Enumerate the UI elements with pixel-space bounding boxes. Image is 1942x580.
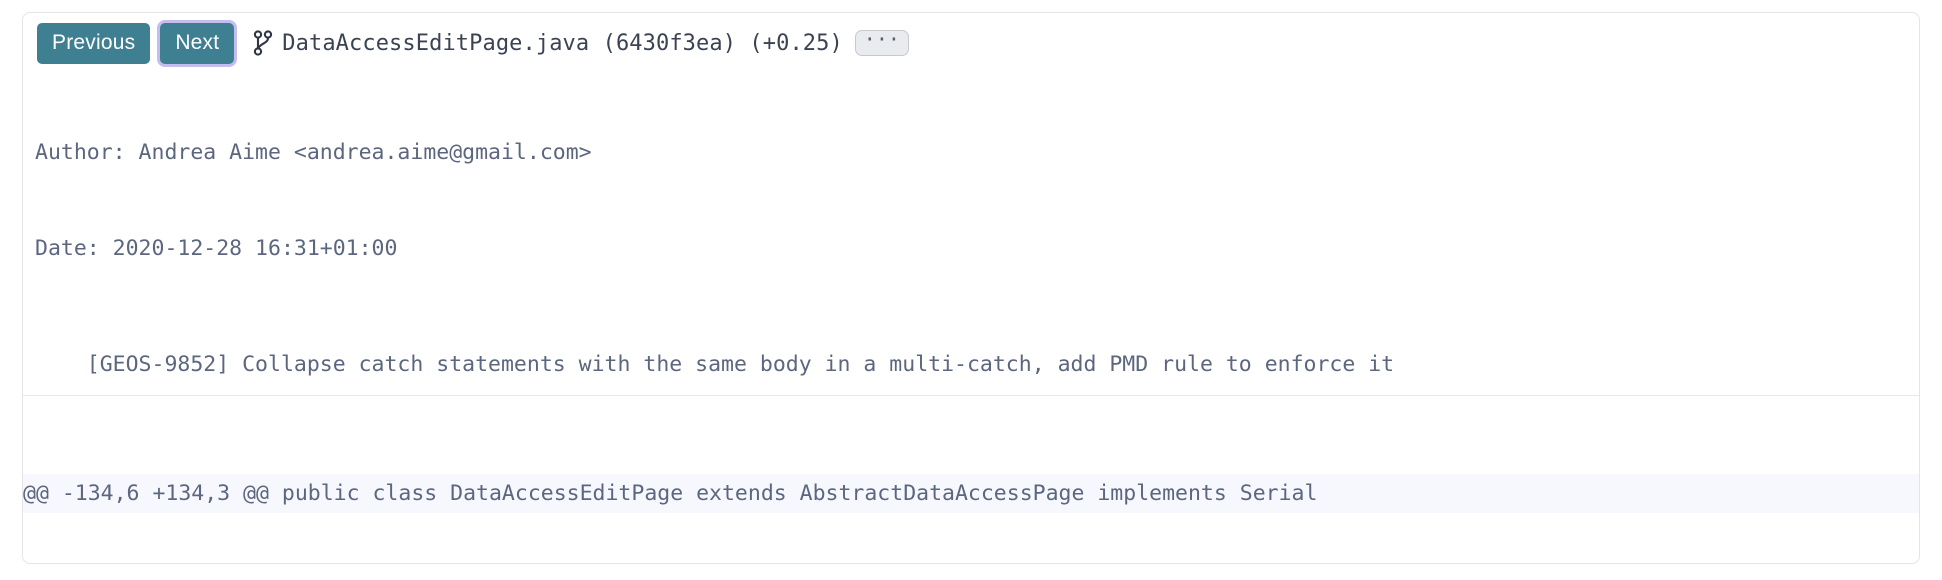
commit-meta: Author: Andrea Aime <andrea.aime@gmail.c… [23, 59, 1919, 329]
commit-delta-value: +0.25 [762, 30, 830, 56]
commit-date-line: Date: 2020-12-28 16:31+01:00 [35, 236, 398, 261]
commit-author-line: Author: Andrea Aime <andrea.aime@gmail.c… [35, 140, 592, 165]
previous-button[interactable]: Previous [37, 22, 151, 64]
commit-file-name: DataAccessEditPage.java [282, 30, 590, 56]
git-branch-icon [252, 29, 274, 57]
diff-body: @@ -134,6 +134,3 @@ public class DataAcc… [23, 395, 1919, 563]
commit-toolbar: Previous Next DataAccessEditPage.java (6… [23, 13, 1919, 64]
delta-open-paren: ( [749, 30, 763, 56]
commit-diff-card: Previous Next DataAccessEditPage.java (6… [22, 12, 1920, 564]
delta-close-paren: ) [829, 30, 843, 56]
next-button[interactable]: Next [160, 22, 235, 64]
more-options-icon[interactable]: ··· [854, 29, 909, 56]
commit-message: [GEOS-9852] Collapse catch statements wi… [35, 352, 1395, 377]
diff-hunk-header: @@ -134,6 +134,3 @@ public class DataAcc… [23, 474, 1919, 513]
commit-hash: (6430f3ea) [602, 30, 737, 56]
